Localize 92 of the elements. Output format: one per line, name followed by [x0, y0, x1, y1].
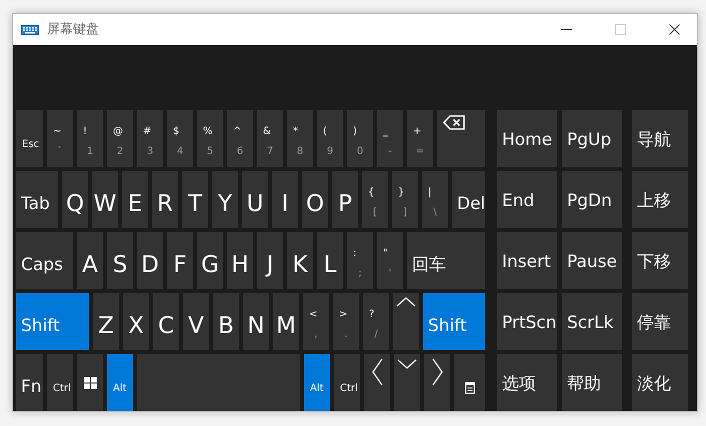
keyboard-key[interactable]: * 8: [287, 110, 313, 167]
keyboard-key[interactable]: K: [287, 232, 313, 289]
keyboard-key[interactable]: " ': [377, 232, 403, 289]
keyboard-key[interactable]: < ,: [303, 293, 329, 350]
keyboard-key[interactable]: E: [122, 171, 148, 228]
chevron-down-icon: [397, 359, 417, 369]
window-title: 屏幕键盘: [47, 20, 100, 39]
menu-key[interactable]: [454, 354, 485, 411]
chevron-left-icon: [372, 358, 382, 386]
keyboard-key[interactable]: > .: [333, 293, 359, 350]
backspace-icon: [443, 115, 465, 130]
keyboard-key[interactable]: Del: [452, 171, 486, 228]
keyboard-key[interactable]: Alt: [107, 354, 133, 411]
keyboard-key[interactable]: B: [213, 293, 239, 350]
keyboard-key[interactable]: Ctrl: [47, 354, 73, 411]
keyboard-icon: [21, 24, 39, 34]
keyboard-key[interactable]: Shift: [16, 293, 89, 350]
keyboard-key[interactable]: % 5: [197, 110, 223, 167]
keyboard-key[interactable]: Insert: [497, 232, 557, 289]
keyboard-key[interactable]: $ 4: [167, 110, 193, 167]
keyboard-key[interactable]: Caps: [16, 232, 73, 289]
keyboard-key[interactable]: 回车: [407, 232, 485, 289]
keyboard-key[interactable]: Q: [62, 171, 88, 228]
keyboard-key[interactable]: ~ `: [47, 110, 73, 167]
keyboard-key[interactable]: ScrLk: [562, 293, 622, 350]
keyboard-key[interactable]: D: [137, 232, 163, 289]
keyboard-key[interactable]: @ 2: [107, 110, 133, 167]
keyboard-key[interactable]: F: [167, 232, 193, 289]
keyboard-key[interactable]: 帮助: [562, 354, 622, 411]
keyboard-key[interactable]: 上移: [632, 171, 688, 228]
keyboard-key[interactable]: PgDn: [562, 171, 622, 228]
keyboard-key[interactable]: 下移: [632, 232, 688, 289]
keyboard-key[interactable]: C: [153, 293, 179, 350]
keyboard-key[interactable]: PrtScn: [497, 293, 557, 350]
keyboard-key[interactable]: ( 9: [317, 110, 343, 167]
down-arrow-key[interactable]: [394, 354, 420, 411]
keyboard-key[interactable]: Z: [93, 293, 119, 350]
keyboard-key[interactable]: L: [317, 232, 343, 289]
keyboard-key[interactable]: : ;: [347, 232, 373, 289]
keyboard-key[interactable]: | \: [422, 171, 448, 228]
keyboard-key[interactable]: ^ 6: [227, 110, 253, 167]
up-arrow-key[interactable]: [393, 293, 419, 350]
keyboard-key[interactable]: Alt: [304, 354, 330, 411]
keyboard-key[interactable]: ? /: [363, 293, 389, 350]
keyboard-key[interactable]: R: [152, 171, 178, 228]
keyboard-key[interactable]: Fn: [16, 354, 43, 411]
keyboard-key[interactable]: { [: [362, 171, 388, 228]
left-arrow-key[interactable]: [364, 354, 390, 411]
menu-icon: [464, 382, 474, 394]
keyboard-key[interactable]: + =: [407, 110, 433, 167]
keyboard-key[interactable]: End: [497, 171, 557, 228]
keyboard-key[interactable]: _ -: [377, 110, 403, 167]
keyboard-key[interactable]: } ]: [392, 171, 418, 228]
keyboard-key[interactable]: 停靠: [632, 293, 688, 350]
keyboard-key[interactable]: M: [273, 293, 299, 350]
chevron-right-icon: [432, 358, 442, 386]
chevron-up-icon: [396, 297, 416, 307]
keyboard-key[interactable]: 导航: [632, 110, 688, 167]
keyboard-key[interactable]: Shift: [423, 293, 485, 350]
keyboard-key[interactable]: PgUp: [562, 110, 622, 167]
windows-logo-icon: [84, 376, 96, 388]
keyboard-key[interactable]: Tab: [16, 171, 58, 228]
keyboard-key[interactable]: Esc: [16, 110, 43, 167]
maximize-icon: [614, 24, 626, 35]
keyboard-key[interactable]: V: [183, 293, 209, 350]
keyboard-key[interactable]: W: [92, 171, 118, 228]
keyboard-key[interactable]: S: [107, 232, 133, 289]
keyboard-key[interactable]: X: [123, 293, 149, 350]
keyboard-key[interactable]: # 3: [137, 110, 163, 167]
keyboard-key[interactable]: Ctrl: [334, 354, 360, 411]
keyboard-key[interactable]: P: [332, 171, 358, 228]
keyboard-key[interactable]: U: [242, 171, 268, 228]
keyboard-key[interactable]: 淡化: [632, 354, 688, 411]
keyboard-key[interactable]: Home: [497, 110, 557, 167]
keyboard-key[interactable]: T: [182, 171, 208, 228]
right-arrow-key[interactable]: [424, 354, 450, 411]
keyboard-key[interactable]: ) 0: [347, 110, 373, 167]
keyboard-key[interactable]: O: [302, 171, 328, 228]
keyboard-key[interactable]: N: [243, 293, 269, 350]
keyboard-key[interactable]: H: [227, 232, 253, 289]
backspace-key[interactable]: [437, 110, 485, 167]
keyboard-key[interactable]: A: [77, 232, 103, 289]
keyboard-key[interactable]: 选项: [497, 354, 557, 411]
close-icon: [668, 24, 680, 35]
keyboard-key[interactable]: & 7: [257, 110, 283, 167]
keyboard-key[interactable]: I: [272, 171, 298, 228]
keyboard-key[interactable]: ! 1: [77, 110, 103, 167]
keyboard-key[interactable]: Pause: [562, 232, 622, 289]
keyboard-key[interactable]: J: [257, 232, 283, 289]
keyboard-key[interactable]: Y: [212, 171, 238, 228]
keyboard-key[interactable]: G: [197, 232, 223, 289]
windows-key[interactable]: [77, 354, 103, 411]
